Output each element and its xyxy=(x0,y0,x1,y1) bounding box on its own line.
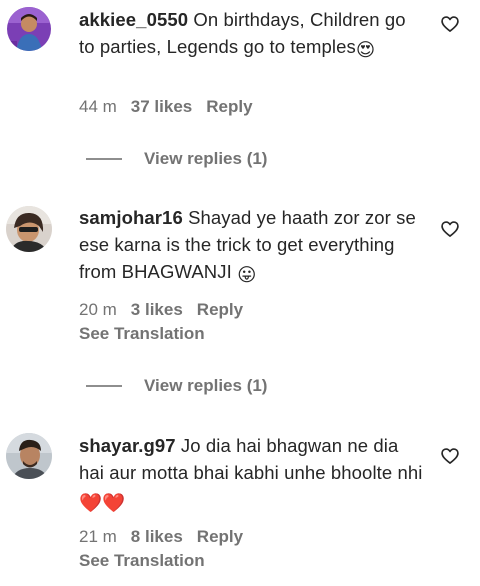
tongue-emoji-icon: 😛 xyxy=(237,264,257,285)
reply-button[interactable]: Reply xyxy=(206,97,252,116)
comment-username[interactable]: akkiee_0550 xyxy=(79,9,188,30)
comment-username[interactable]: shayar.g97 xyxy=(79,435,176,456)
like-heart-icon[interactable] xyxy=(440,14,460,34)
profile-photo-icon xyxy=(7,7,51,51)
view-replies-button[interactable]: View replies (1) xyxy=(86,375,267,397)
comment-likes[interactable]: 3 likes xyxy=(131,300,183,319)
reply-button[interactable]: Reply xyxy=(197,527,243,546)
comment-text: shayar.g97 Jo dia hai bhagwan ne dia hai… xyxy=(79,432,424,516)
comment-time: 21 m xyxy=(79,527,117,546)
comment-meta: 20 m 3 likes Reply xyxy=(79,299,257,321)
divider xyxy=(86,385,122,387)
heart-eyes-emoji-icon: 😍 xyxy=(355,39,376,60)
comment-meta: 21 m 8 likes Reply xyxy=(79,526,257,548)
like-heart-icon[interactable] xyxy=(440,219,460,239)
red-hearts-emoji-icon: ❤️❤️ xyxy=(79,492,126,513)
avatar[interactable] xyxy=(6,433,52,479)
comment-time: 44 m xyxy=(79,97,117,116)
comment-meta: 44 m 37 likes Reply xyxy=(79,96,267,118)
view-replies-label: View replies (1) xyxy=(144,149,268,168)
comment-likes[interactable]: 37 likes xyxy=(131,97,192,116)
see-translation-button[interactable]: See Translation xyxy=(79,550,205,572)
see-translation-button[interactable]: See Translation xyxy=(79,323,205,345)
comment-text: akkiee_0550 On birthdays, Children go to… xyxy=(79,6,424,63)
avatar[interactable] xyxy=(7,7,51,51)
profile-photo-icon xyxy=(6,206,52,252)
comment-username[interactable]: samjohar16 xyxy=(79,207,183,228)
like-heart-icon[interactable] xyxy=(440,446,460,466)
comment-time: 20 m xyxy=(79,300,117,319)
profile-photo-icon xyxy=(6,433,52,479)
view-replies-label: View replies (1) xyxy=(144,376,268,395)
comment-likes[interactable]: 8 likes xyxy=(131,527,183,546)
comment-text: samjohar16 Shayad ye haath zor zor se es… xyxy=(79,204,424,288)
divider xyxy=(86,158,122,160)
view-replies-button[interactable]: View replies (1) xyxy=(86,148,267,170)
avatar[interactable] xyxy=(6,206,52,252)
reply-button[interactable]: Reply xyxy=(197,300,243,319)
